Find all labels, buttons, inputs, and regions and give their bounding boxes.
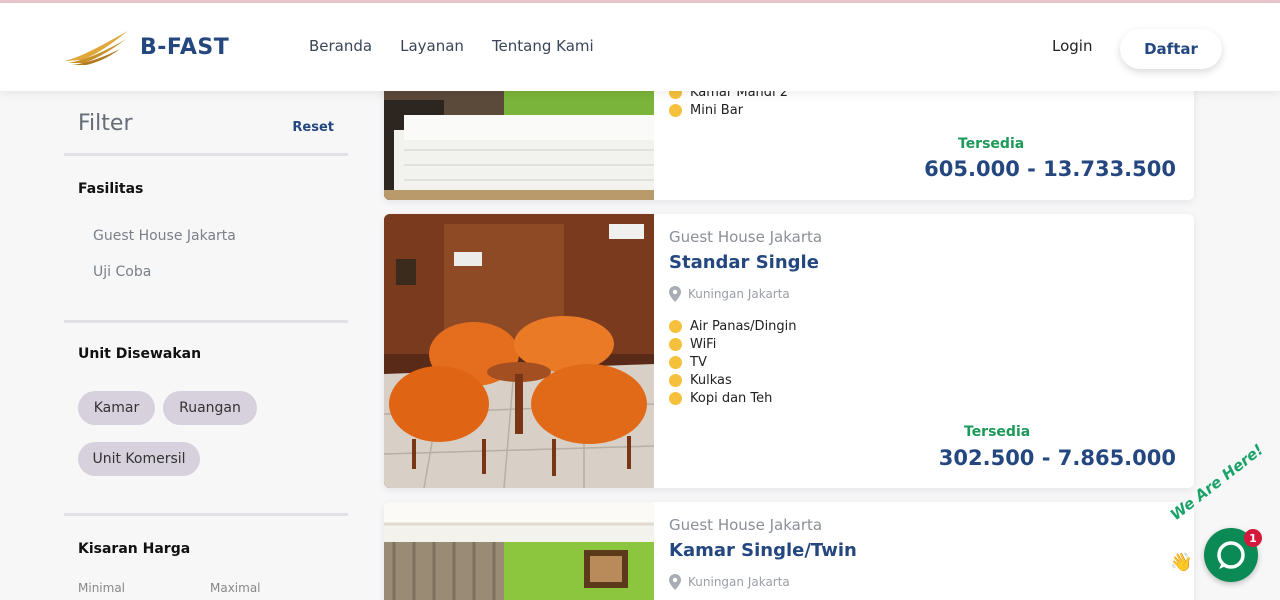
listing-card[interactable]: Guest House Jakarta Kamar Single/Twin Ku… [384,502,1194,600]
brand-name: B-FAST [140,34,230,60]
divider [64,153,348,156]
waving-hand-icon: 👋 [1170,552,1193,573]
register-button[interactable]: Daftar [1120,29,1222,69]
nav-layanan[interactable]: Layanan [400,37,464,55]
bullet-dot [669,104,682,117]
login-link[interactable]: Login [1052,37,1092,55]
bullet-dot [669,392,682,405]
room-photo [384,502,654,600]
max-price-label: Maximal [210,581,261,595]
price-range: 605.000 - 13.733.500 [924,157,1176,181]
fasilitas-title: Fasilitas [78,181,144,197]
wing-icon [64,31,128,65]
divider [64,320,348,323]
chat-widget[interactable]: We Are Here! 👋 1 [1167,441,1280,600]
nav-beranda[interactable]: Beranda [309,37,372,55]
chip-unit-komersil[interactable]: Unit Komersil [78,442,200,476]
reset-link[interactable]: Reset [292,120,334,135]
main-nav: Beranda Layanan Tentang Kami [309,37,594,55]
location: Kuningan Jakarta [669,286,790,302]
chip-ruangan[interactable]: Ruangan [163,391,257,425]
min-price-label: Minimal [78,581,126,595]
notification-badge: 1 [1244,529,1262,547]
bullet-dot [669,374,682,387]
facility-item: WiFi [669,337,716,352]
property-name: Guest House Jakarta [669,516,823,534]
facility-label: Air Panas/Dingin [690,319,797,334]
chip-kamar[interactable]: Kamar [78,391,155,425]
facility-label: Mini Bar [690,103,744,118]
availability-status: Tersedia [958,136,1025,152]
location: Kuningan Jakarta [669,574,790,590]
site-header: B-FAST Beranda Layanan Tentang Kami Logi… [0,3,1280,91]
facility-item: TV [669,355,707,370]
bullet-dot [669,356,682,369]
filter-title: Filter [78,111,133,136]
harga-title: Kisaran Harga [78,541,191,557]
fasilitas-option-uji-coba[interactable]: Uji Coba [93,264,151,280]
facility-item: Mini Bar [669,103,743,118]
location-pin-icon [669,574,681,590]
nav-tentang-kami[interactable]: Tentang Kami [492,37,594,55]
availability-status: Tersedia [964,424,1031,440]
facility-label: Kulkas [690,373,732,388]
listing-card[interactable]: Guest House Jakarta Standar Single Kunin… [384,214,1194,488]
facility-label: TV [690,355,707,370]
divider [64,513,348,516]
facility-item: Air Panas/Dingin [669,319,797,334]
brand-logo[interactable]: B-FAST [62,27,229,67]
property-name: Guest House Jakarta [669,228,823,246]
facility-item: Kopi dan Teh [669,391,772,406]
unit-title: Unit Disewakan [78,346,202,362]
room-photo [384,214,654,488]
room-name[interactable]: Kamar Single/Twin [669,540,857,561]
facility-label: Kopi dan Teh [690,391,773,406]
fasilitas-option-guest-house[interactable]: Guest House Jakarta [93,228,236,244]
facility-item: Kulkas [669,373,732,388]
location-pin-icon [669,286,681,302]
filter-sidebar: Filter Reset Fasilitas Guest House Jakar… [64,91,348,600]
price-range: 302.500 - 7.865.000 [938,446,1176,470]
location-label: Kuningan Jakarta [688,287,790,301]
bullet-dot [669,338,682,351]
room-name[interactable]: Standar Single [669,252,819,273]
location-label: Kuningan Jakarta [688,575,790,589]
bullet-dot [669,320,682,333]
facility-label: WiFi [690,337,717,352]
